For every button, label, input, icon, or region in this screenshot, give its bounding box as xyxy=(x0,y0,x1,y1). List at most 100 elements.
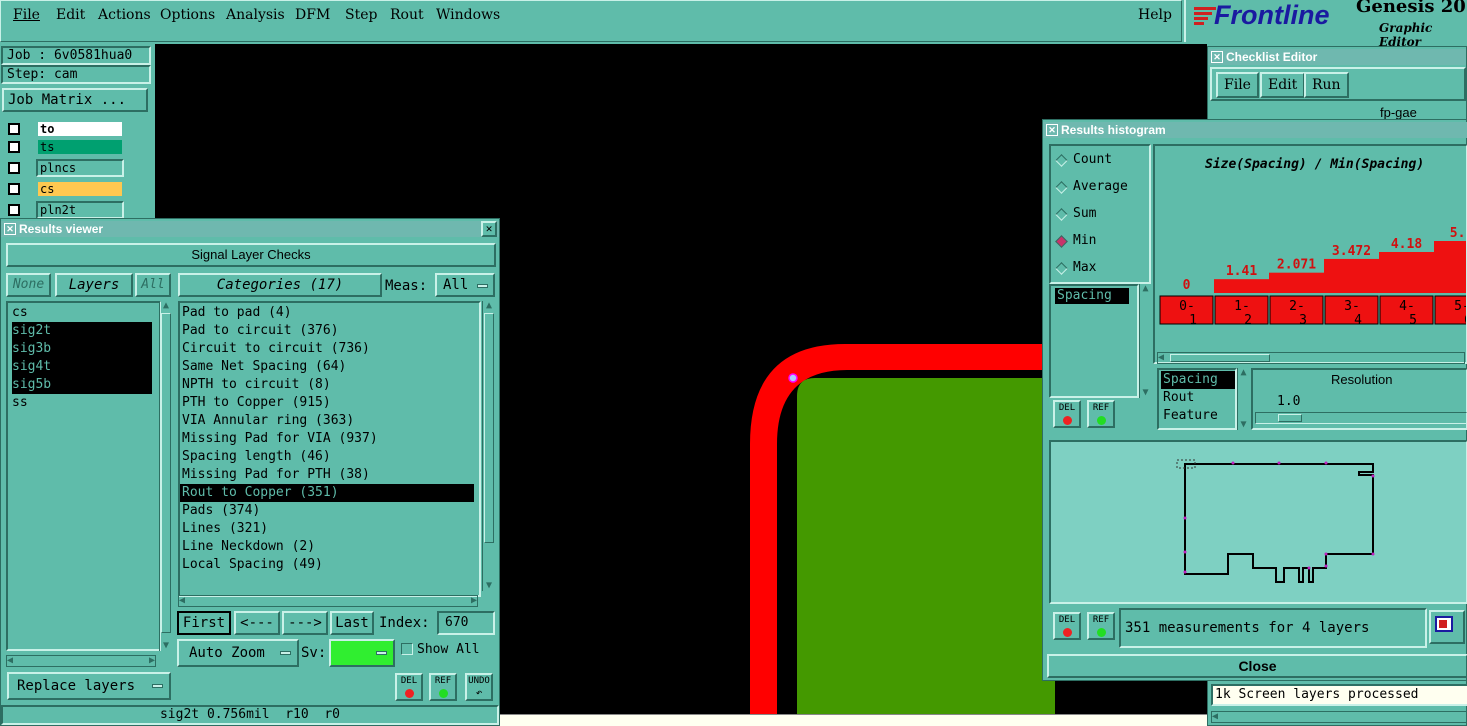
scroll-left-icon[interactable]: ◀ xyxy=(179,596,185,606)
category-item[interactable]: Pad to pad (4) xyxy=(180,304,479,322)
menu-step[interactable]: Step xyxy=(345,7,377,23)
undo-button[interactable]: UNDO ↶ xyxy=(465,673,493,701)
scroll-left-icon[interactable]: ◀ xyxy=(7,656,13,666)
menu-edit[interactable]: Edit xyxy=(56,7,85,23)
signal-layer-checks-header[interactable]: Signal Layer Checks xyxy=(6,243,496,267)
layer-checkbox[interactable] xyxy=(8,123,20,135)
scroll-up-icon[interactable]: ▲ xyxy=(160,301,172,311)
layer-checkbox[interactable] xyxy=(8,204,20,216)
layer-list-hscroll[interactable]: ◀ ▶ xyxy=(6,655,156,667)
layer-checkbox[interactable] xyxy=(8,183,20,195)
ref-button[interactable]: REF xyxy=(1087,400,1115,428)
replace-layers-dropdown[interactable]: Replace layers xyxy=(7,672,171,700)
checklist-menu-file[interactable]: File xyxy=(1216,72,1259,98)
close-window-button[interactable]: ✕ xyxy=(481,221,497,237)
results-viewer-titlebar[interactable]: ✕ Results viewer xyxy=(1,221,499,237)
histogram-titlebar[interactable]: ✕ Results histogram xyxy=(1043,122,1467,138)
del-button[interactable]: DEL xyxy=(1053,612,1081,640)
histogram-bar[interactable] xyxy=(1214,279,1269,293)
scroll-right-icon[interactable]: ▶ xyxy=(149,656,155,666)
category-item[interactable]: Missing Pad for PTH (38) xyxy=(180,466,479,484)
first-button[interactable]: First xyxy=(177,611,231,635)
menu-help[interactable]: Help xyxy=(1138,7,1172,23)
menu-windows[interactable]: Windows xyxy=(436,7,500,23)
histogram-bar[interactable] xyxy=(1379,251,1434,293)
layer-results-list[interactable]: cs sig2t sig3b sig4t sig5b ss xyxy=(6,301,161,651)
job-matrix-button[interactable]: Job Matrix ... xyxy=(2,88,148,112)
category-item[interactable]: Same Net Spacing (64) xyxy=(180,358,479,376)
histogram-bar[interactable] xyxy=(1324,258,1379,293)
layer-row[interactable]: pln2t xyxy=(2,201,126,219)
list-item[interactable]: ss xyxy=(12,394,159,412)
feature-list-vscroll[interactable]: ▲ ▼ xyxy=(1237,368,1249,430)
scroll-down-icon[interactable]: ▼ xyxy=(483,581,495,591)
category-item[interactable]: Circuit to circuit (736) xyxy=(180,340,479,358)
ref-button[interactable]: REF xyxy=(1087,612,1115,640)
checklist-hscroll[interactable]: ◀ xyxy=(1211,711,1467,723)
list-item[interactable]: Spacing xyxy=(1161,371,1235,389)
layer-row[interactable]: to xyxy=(2,120,126,138)
list-item[interactable]: sig2t xyxy=(12,322,152,340)
scroll-up-icon[interactable]: ▲ xyxy=(483,301,495,311)
slider-thumb[interactable] xyxy=(1278,414,1302,422)
scroll-right-icon[interactable]: ▶ xyxy=(471,596,477,606)
auto-zoom-dropdown[interactable]: Auto Zoom xyxy=(177,639,299,667)
del-button[interactable]: DEL xyxy=(395,673,423,701)
del-button[interactable]: DEL xyxy=(1053,400,1081,428)
menu-rout[interactable]: Rout xyxy=(390,7,424,23)
menu-file[interactable]: File xyxy=(13,7,40,23)
close-button[interactable]: Close xyxy=(1047,654,1467,678)
list-item[interactable]: Spacing xyxy=(1055,288,1129,304)
layers-button[interactable]: Layers xyxy=(55,273,133,297)
list-item[interactable]: cs xyxy=(12,304,159,322)
scroll-up-icon[interactable]: ▲ xyxy=(1238,368,1249,378)
scroll-down-icon[interactable]: ▼ xyxy=(160,641,172,651)
histogram-chart[interactable]: Size(Spacing) / Min(Spacing) 0 1.41 2.071 3… xyxy=(1155,146,1467,362)
layer-row[interactable]: ts xyxy=(2,138,126,156)
all-button[interactable]: All xyxy=(135,273,171,297)
layer-checkbox[interactable] xyxy=(8,162,20,174)
layer-row[interactable]: cs xyxy=(2,180,126,198)
layer-list-vscroll[interactable]: ▲ ▼ xyxy=(159,301,172,651)
categories-button[interactable]: Categories (17) xyxy=(178,273,382,297)
ref-button[interactable]: REF xyxy=(429,673,457,701)
graph-settings-button[interactable] xyxy=(1429,610,1465,644)
list-item[interactable]: sig4t xyxy=(12,358,152,376)
next-button[interactable]: ---> xyxy=(282,611,328,635)
list-item[interactable]: sig5b xyxy=(12,376,152,394)
scroll-up-icon[interactable]: ▲ xyxy=(1140,284,1151,294)
layer-row[interactable]: plncs xyxy=(2,159,126,177)
category-item[interactable]: Missing Pad for VIA (937) xyxy=(180,430,479,448)
menu-options[interactable]: Options xyxy=(160,7,215,23)
list-item[interactable]: Rout xyxy=(1161,389,1233,407)
feature-type-list[interactable]: Spacing Rout Feature xyxy=(1157,368,1237,430)
prev-button[interactable]: <--- xyxy=(234,611,280,635)
window-menu-icon[interactable]: ✕ xyxy=(1046,124,1058,136)
menu-analysis[interactable]: Analysis xyxy=(226,7,285,23)
category-item[interactable]: PTH to Copper (915) xyxy=(180,394,479,412)
categories-list[interactable]: Pad to pad (4) Pad to circuit (376) Circ… xyxy=(178,301,481,597)
scroll-down-icon[interactable]: ▼ xyxy=(1140,388,1151,398)
chart-hscroll[interactable]: ◀ xyxy=(1157,352,1465,364)
last-button[interactable]: Last xyxy=(330,611,374,635)
category-item[interactable]: Pads (374) xyxy=(180,502,479,520)
category-item[interactable]: NPTH to circuit (8) xyxy=(180,376,479,394)
histogram-bar[interactable] xyxy=(1269,272,1324,293)
category-item[interactable]: Spacing length (46) xyxy=(180,448,479,466)
index-input[interactable]: 670 xyxy=(437,611,495,635)
scroll-left-icon[interactable]: ◀ xyxy=(1158,353,1164,363)
histogram-bar[interactable] xyxy=(1434,241,1467,293)
checklist-menu-run[interactable]: Run xyxy=(1304,72,1349,98)
categories-hscroll[interactable]: ◀ ▶ xyxy=(178,595,478,607)
meas-dropdown[interactable]: All xyxy=(435,273,495,297)
list-item[interactable]: sig3b xyxy=(12,340,152,358)
list-item[interactable]: Feature xyxy=(1161,407,1233,425)
category-item[interactable]: VIA Annular ring (363) xyxy=(180,412,479,430)
checklist-titlebar[interactable]: ✕ Checklist Editor xyxy=(1208,49,1466,65)
none-button[interactable]: None xyxy=(6,273,51,297)
spacing-list-top[interactable]: Spacing xyxy=(1049,284,1139,398)
categories-vscroll[interactable]: ▲ ▼ xyxy=(482,301,495,591)
category-item[interactable]: Pad to circuit (376) xyxy=(180,322,479,340)
category-item[interactable]: Lines (321) xyxy=(180,520,479,538)
scroll-left-icon[interactable]: ◀ xyxy=(1212,712,1218,722)
